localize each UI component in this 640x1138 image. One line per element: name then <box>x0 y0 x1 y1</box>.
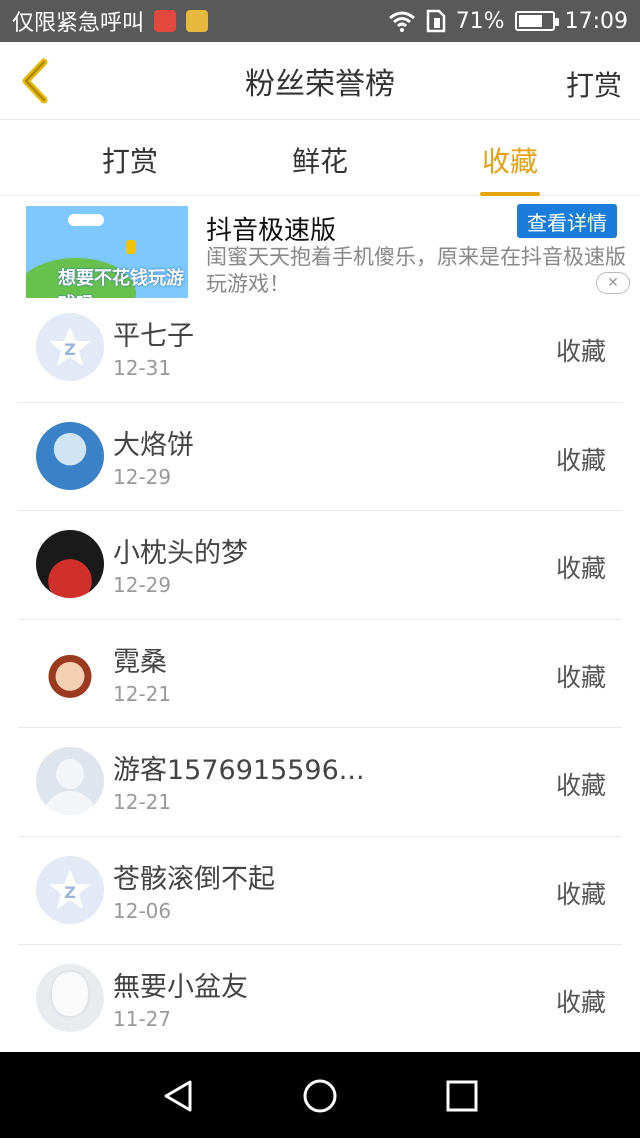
user-name: 平七子 <box>113 321 194 352</box>
list-item[interactable]: Z 平七子 12-31 收藏 <box>18 294 622 403</box>
battery-icon <box>514 11 559 31</box>
qq-star-avatar-icon: Z <box>49 327 91 366</box>
user-name: 小枕头的梦 <box>113 538 248 569</box>
favorite-date: 12-21 <box>113 790 172 814</box>
page-title: 粉丝荣誉榜 <box>245 66 395 102</box>
ad-title: 抖音极速版 <box>206 216 337 246</box>
home-circle-icon[interactable] <box>300 1076 340 1116</box>
action-label: 收藏 <box>555 554 606 583</box>
tab-flowers[interactable]: 鲜花 <box>290 140 350 180</box>
status-bar: 仅限紧急呼叫 71% 17:09 <box>0 0 640 42</box>
svg-text:Z: Z <box>64 340 76 359</box>
wifi-icon <box>388 11 415 32</box>
recents-square-icon[interactable] <box>442 1076 482 1116</box>
user-name: 大烙饼 <box>113 429 194 461</box>
list-item[interactable]: 霓桑 12-21 收藏 <box>18 620 622 728</box>
list-item[interactable]: 小枕头的梦 12-29 收藏 <box>18 511 622 620</box>
qq-star-avatar-icon: Z <box>49 869 91 909</box>
action-label: 收藏 <box>555 445 606 475</box>
default-person-icon <box>56 759 84 789</box>
ad-close-icon[interactable]: ✕ <box>596 272 630 294</box>
avatar <box>36 638 104 707</box>
clock: 17:09 <box>564 8 628 34</box>
user-name: 無要小盆友 <box>113 972 248 1003</box>
battery-percent: 71% <box>455 8 505 34</box>
favorite-date: 12-31 <box>113 356 172 380</box>
blank-face-icon <box>52 972 88 1016</box>
avatar <box>36 964 104 1032</box>
action-label: 收藏 <box>555 988 606 1017</box>
avatar: Z <box>36 855 104 924</box>
favorite-date: 12-29 <box>113 464 172 489</box>
action-label: 收藏 <box>555 337 606 366</box>
ad-thumbnail[interactable]: 想要不花钱玩游戏吗 <box>26 206 188 298</box>
user-name: 霓桑 <box>113 646 167 678</box>
default-person-body <box>43 791 97 815</box>
carrier-text: 仅限紧急呼叫 <box>12 11 145 36</box>
view-details-button[interactable]: 查看详情 <box>517 204 617 238</box>
list-item[interactable]: 無要小盆友 11-27 收藏 <box>18 945 622 1054</box>
system-nav-bar <box>0 1052 640 1138</box>
favorite-date: 12-06 <box>113 898 172 923</box>
fans-list: Z 平七子 12-31 收藏 大烙饼 12-29 收藏 小枕头的梦 12-29 … <box>18 294 622 1054</box>
list-item[interactable]: Z 苍骸滚倒不起 12-06 收藏 <box>18 837 622 945</box>
tab-favorites[interactable]: 收藏 <box>480 140 540 196</box>
reward-button[interactable]: 打赏 <box>566 64 622 104</box>
list-item[interactable]: 大烙饼 12-29 收藏 <box>18 403 622 511</box>
action-label: 收藏 <box>555 662 606 692</box>
cloud-decoration <box>68 214 104 226</box>
sim-icon <box>426 9 445 33</box>
action-label: 收藏 <box>555 879 606 909</box>
coin-decoration <box>126 240 136 254</box>
user-name: 苍骸滚倒不起 <box>113 863 275 895</box>
back-triangle-icon[interactable] <box>158 1076 198 1116</box>
avatar <box>36 530 104 598</box>
tab-bar: 打赏 鲜花 收藏 <box>0 120 640 196</box>
image-notification-icon <box>186 10 209 32</box>
favorite-date: 12-21 <box>113 681 172 706</box>
ad-description: 闺蜜天天抱着手机傻乐，原来是在抖音极速版玩游戏！ <box>206 245 626 296</box>
list-item[interactable]: 游客1576915596... 12-21 收藏 <box>18 728 622 837</box>
avatar: Z <box>36 313 104 381</box>
svg-text:Z: Z <box>64 883 76 902</box>
mail-notification-icon <box>154 10 177 32</box>
top-app-bar: 粉丝荣誉榜 打赏 <box>0 42 640 120</box>
user-name: 游客1576915596... <box>113 755 365 786</box>
ad-thumbnail-text: 想要不花钱玩游戏吗 <box>58 268 184 298</box>
favorite-date: 11-27 <box>113 1007 172 1031</box>
tab-reward[interactable]: 打赏 <box>100 140 160 180</box>
avatar <box>36 747 104 815</box>
ad-banner[interactable]: 想要不花钱玩游戏吗 抖音极速版 查看详情 闺蜜天天抱着手机傻乐，原来是在抖音极速… <box>0 196 640 302</box>
action-label: 收藏 <box>555 771 606 800</box>
avatar <box>36 421 104 490</box>
favorite-date: 12-29 <box>113 573 172 597</box>
